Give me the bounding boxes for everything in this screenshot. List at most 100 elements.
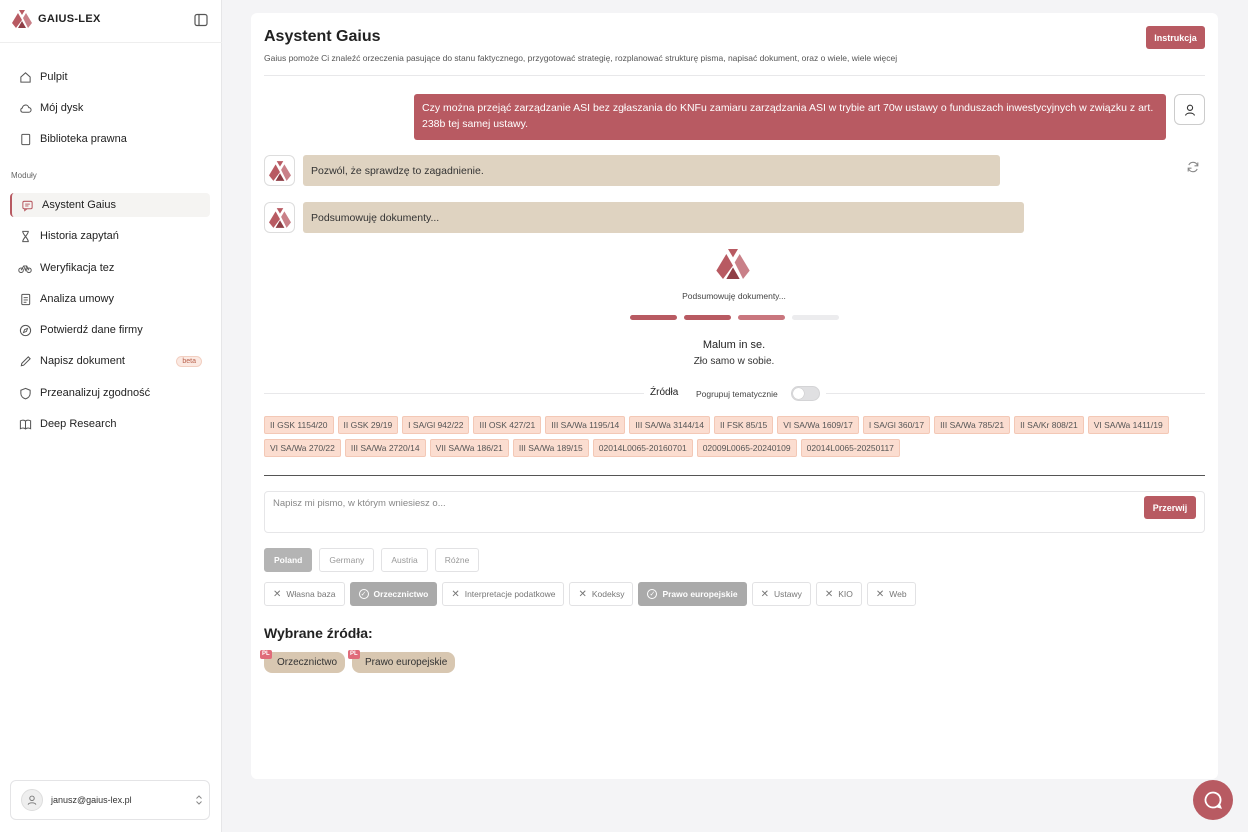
document-icon [18,292,32,306]
source-filter-label: Interpretacje podatkowe [464,589,556,599]
user-email: janusz@gaius-lex.pl [51,795,132,805]
pen-icon [18,354,32,368]
sidebar-item-analiza-umowy[interactable]: Analiza umowy [10,287,210,311]
sidebar-item-label: Mój dysk [40,102,84,114]
sidebar-item-label: Weryfikacja tez [40,262,115,274]
source-filter-label: Własna baza [286,589,336,599]
gaius-logo-icon [268,160,291,181]
section-label: Moduły [11,171,37,180]
user-menu[interactable]: janusz@gaius-lex.pl [10,780,210,820]
source-filter[interactable]: ✕ Web [866,582,916,606]
compass-icon [18,323,32,337]
header-divider [264,75,1205,76]
source-chip[interactable]: III SA/Wa 2720/14 [344,439,426,457]
chat-icon [20,198,34,212]
source-filter[interactable]: ✕ Własna baza [264,582,345,606]
progress-step [792,315,839,320]
source-chip[interactable]: VI SA/Wa 1411/19 [1087,416,1169,434]
hourglass-icon [18,229,32,243]
toggle-knob [793,388,804,399]
sidebar-item-napisz-dokument[interactable]: Napisz dokument beta [10,349,210,373]
source-filter[interactable]: ✓ Prawo europejskie [638,582,747,606]
selected-sources-title: Wybrane źródła: [264,625,373,641]
check-circle-icon: ✓ [358,589,369,599]
country-tab[interactable]: Germany [319,548,375,572]
group-toggle-label: Pogrupuj tematycznie [696,389,778,399]
support-chat-button[interactable] [1193,780,1233,820]
source-filter[interactable]: ✕ Interpretacje podatkowe [442,582,565,606]
sidebar-item-label: Asystent Gaius [42,199,116,211]
close-icon: ✕ [451,588,460,600]
progress-step [738,315,785,320]
bot-message: Pozwól, że sprawdzę to zagadnienie. [303,155,1000,186]
source-chip[interactable]: II GSK 1154/20 [264,416,334,434]
source-chip[interactable]: VI SA/Wa 1609/17 [777,416,859,434]
sidebar-item-asystent-gaius[interactable]: Asystent Gaius [10,193,210,217]
shield-icon [18,386,32,400]
source-chip[interactable]: III SA/Wa 785/21 [934,416,1011,434]
source-chip[interactable]: II FSK 85/15 [713,416,774,434]
country-tab[interactable]: Poland [264,548,313,572]
sidebar-item-zgodnosc[interactable]: Przeanalizuj zgodność [10,381,210,405]
group-toggle[interactable] [791,386,820,401]
source-chip[interactable]: III SA/Wa 189/15 [512,439,589,457]
sidebar-item-pulpit[interactable]: Pulpit [10,65,210,89]
chat-bubble-icon [1204,791,1222,809]
source-chip[interactable]: 02014L0065-20250117 [800,439,900,457]
source-filter[interactable]: ✕ KIO [815,582,862,606]
source-chip[interactable]: I SA/Gl 360/17 [862,416,931,434]
country-tab[interactable]: Różne [434,548,480,572]
source-filter[interactable]: ✓ Orzecznictwo [349,582,438,606]
sidebar-item-deep-research[interactable]: Deep Research [10,412,210,436]
sidebar-item-moj-dysk[interactable]: Mój dysk [10,96,210,120]
brand-name: GAIUS-LEX [38,13,101,25]
progress-step [630,315,677,320]
source-chip[interactable]: 02014L0065-20160701 [592,439,693,457]
selected-source-pill[interactable]: PL Prawo europejskie [348,650,456,673]
source-filter[interactable]: ✕ Kodeksy [569,582,634,606]
sidebar-item-biblioteka[interactable]: Biblioteka prawna [10,127,210,151]
source-filter[interactable]: ✕ Ustawy [751,582,811,606]
close-icon: ✕ [760,588,769,600]
source-filter-label: Ustawy [773,589,802,599]
source-filter-label: Orzecznictwo [373,589,429,599]
source-chip[interactable]: III SA/Wa 1195/14 [545,416,626,434]
source-chip[interactable]: VII SA/Wa 186/21 [429,439,509,457]
user-message-avatar [1174,94,1205,125]
stop-button[interactable]: Przerwij [1144,496,1196,519]
source-chip[interactable]: VI SA/Wa 270/22 [264,439,341,457]
source-chip[interactable]: II SA/Kr 808/21 [1014,416,1084,434]
sidebar-item-label: Analiza umowy [40,293,114,305]
instruction-button[interactable]: Instrukcja [1146,26,1205,49]
home-icon [18,70,32,84]
sidebar-item-potwierdz[interactable]: Potwierdź dane firmy [10,318,210,342]
sidebar-item-weryfikacja[interactable]: Weryfikacja tez [10,256,210,280]
sidebar-item-label: Przeanalizuj zgodność [40,387,151,399]
sources-divider [826,393,1205,394]
check-circle-icon: ✓ [647,589,658,599]
source-chip[interactable]: I SA/Gl 942/22 [402,416,470,434]
source-filter-label: Web [889,589,907,599]
country-tab[interactable]: Austria [381,548,428,572]
sources-divider [264,393,644,394]
sidebar-item-label: Potwierdź dane firmy [40,324,143,336]
message-input[interactable] [273,498,1133,526]
country-tag: PL [260,650,272,659]
bike-icon [18,261,32,275]
book-icon [18,132,32,146]
page-subtitle: Gaius pomoże Ci znaleźć orzeczenia pasuj… [264,53,898,63]
gaius-logo-icon [716,249,750,279]
message-composer [264,491,1205,533]
source-filter-label: Kodeksy [591,589,625,599]
bot-avatar [264,155,295,186]
source-chip[interactable]: II GSK 29/19 [337,416,399,434]
selected-source-pill[interactable]: PL Orzecznictwo [260,650,346,673]
beta-badge: beta [176,355,202,367]
refresh-icon[interactable] [1186,160,1200,174]
source-chip[interactable]: III SA/Wa 3144/14 [629,416,710,434]
sidebar-toggle-icon[interactable] [194,13,208,27]
source-chip[interactable]: 02009L0065-20240109 [696,439,797,457]
sidebar-item-historia[interactable]: Historia zapytań [10,224,210,248]
source-chip[interactable]: III OSK 427/21 [473,416,542,434]
brand[interactable]: GAIUS-LEX [12,10,101,28]
